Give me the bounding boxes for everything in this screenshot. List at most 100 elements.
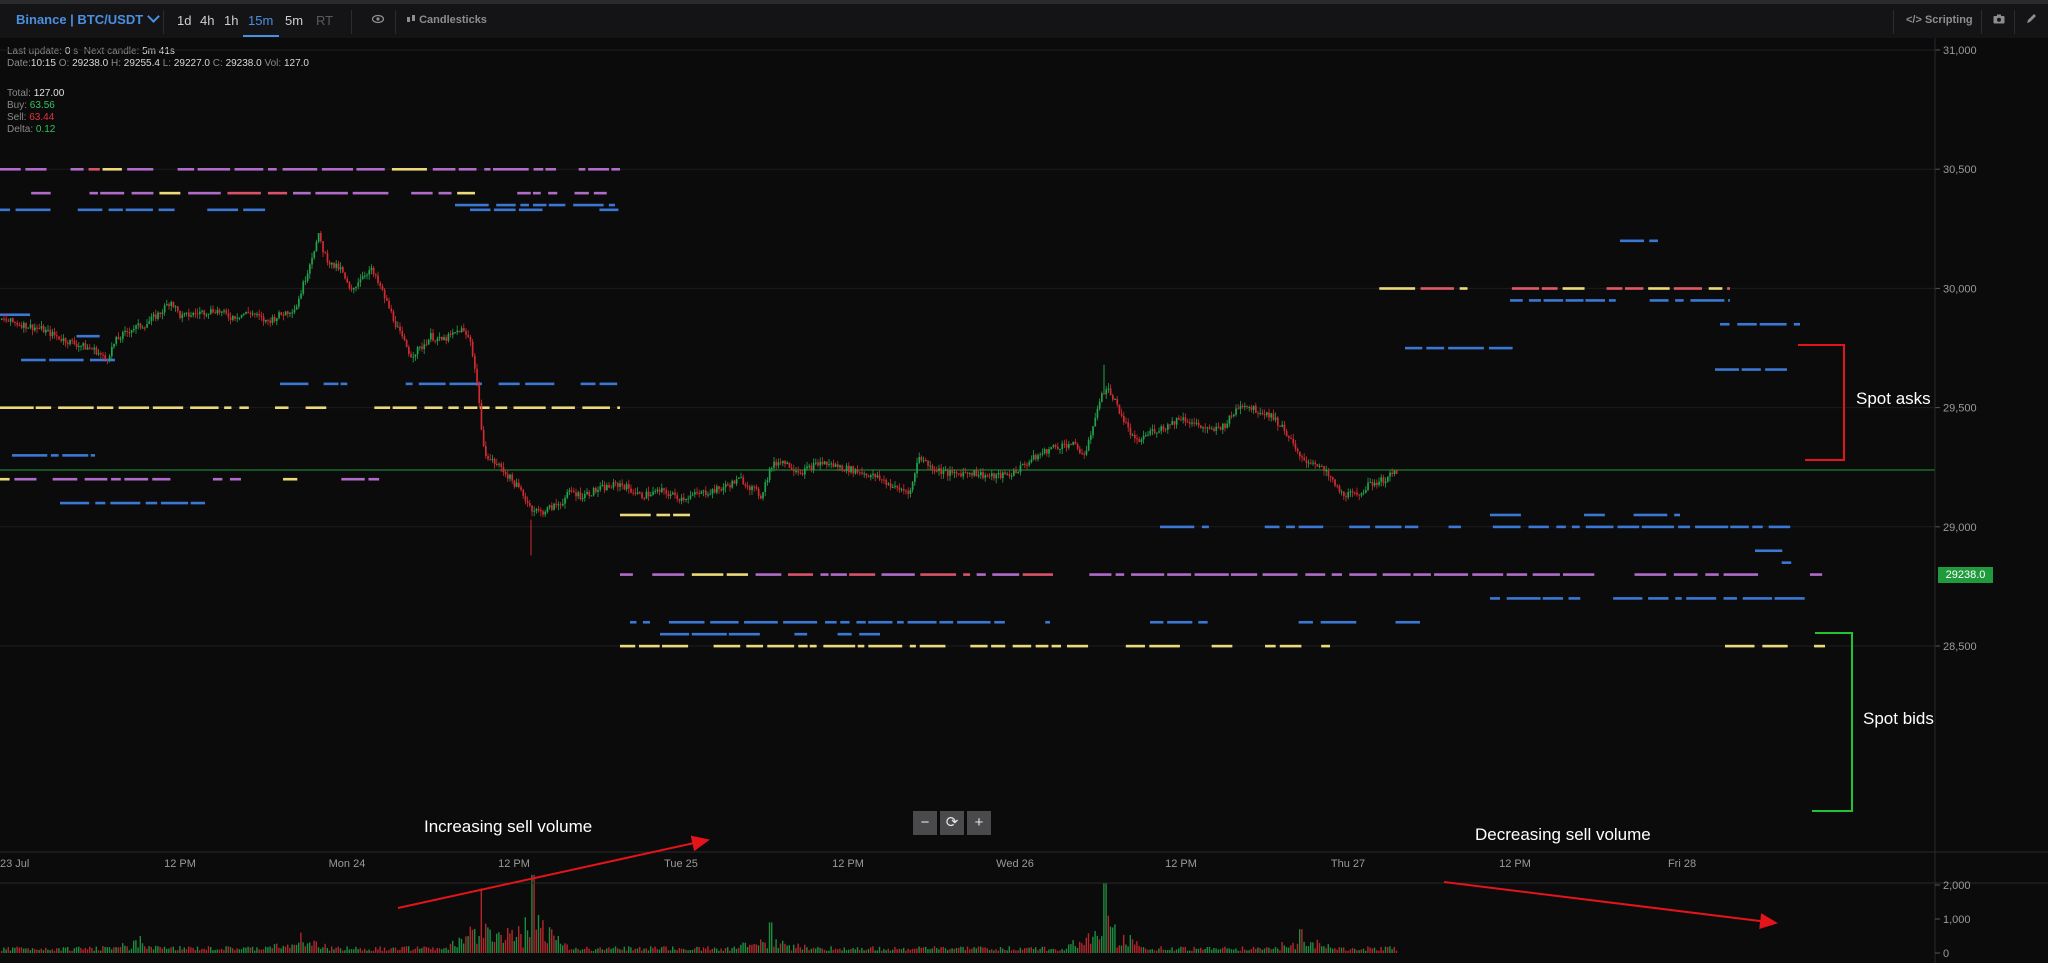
candle-body (1175, 417, 1178, 425)
candle-body (1371, 481, 1374, 486)
timeframe-4h[interactable]: 4h (200, 13, 214, 28)
volume-bar (927, 949, 929, 953)
volume-bar (223, 950, 225, 953)
volume-bar (775, 939, 777, 953)
candle-body (1171, 421, 1174, 425)
orderbook-level-dash (1448, 346, 1484, 350)
volume-bar (267, 947, 269, 953)
candle-body (148, 321, 151, 325)
candle-body (553, 503, 555, 510)
scripting-button[interactable]: </> Scripting (1906, 14, 1973, 26)
orderbook-level-dash (513, 406, 546, 409)
timeframe-15m[interactable]: 15m (248, 13, 273, 28)
orderbook-level-dash (455, 203, 489, 207)
candle-body (106, 359, 109, 361)
price-chart[interactable]: 31,00030,50030,00029,50029,00028,50023 J… (0, 38, 2048, 963)
volume-bar (733, 946, 735, 953)
candle-body (1299, 451, 1301, 457)
volume-bar (1294, 949, 1296, 953)
orderbook-level-dash (124, 477, 149, 481)
orderbook-level-dash (118, 406, 150, 409)
candle-body (859, 472, 861, 474)
volume-bar (621, 949, 623, 953)
volume-bar (722, 950, 724, 953)
candle-body (863, 473, 866, 475)
candle-body (555, 503, 558, 506)
candle-body (441, 336, 443, 341)
candle-body (865, 473, 868, 476)
volume-bar (1270, 949, 1272, 953)
volume-bar (1149, 949, 1151, 953)
volume-bar (1142, 947, 1145, 953)
timeframe-rt[interactable]: RT (316, 13, 333, 28)
volume-bar (80, 948, 82, 953)
candle-body (194, 312, 197, 314)
time-tick-label: Mon 24 (329, 858, 366, 870)
candle-body (1048, 449, 1050, 454)
volume-bar (1046, 950, 1048, 953)
candle-body (1032, 454, 1035, 460)
candle-body (1019, 465, 1022, 473)
zoom-out-button[interactable]: − (913, 811, 937, 835)
candle-body (641, 492, 643, 499)
volume-bar (1024, 948, 1026, 953)
candle-body (854, 469, 857, 474)
pencil-icon[interactable] (2026, 13, 2037, 27)
orderbook-level-dash (617, 406, 620, 409)
volume-bar (1369, 947, 1371, 953)
candle-body (918, 456, 921, 463)
volume-bar (757, 945, 760, 953)
market-selector[interactable]: Binance | BTC/USDT (16, 10, 161, 27)
orderbook-level-dash (160, 501, 189, 505)
volume-bar (595, 949, 597, 953)
zoom-in-button[interactable]: + (967, 811, 991, 835)
time-tick-label: 12 PM (832, 858, 864, 870)
candle-body (126, 330, 129, 333)
volume-bar (38, 950, 40, 953)
candle-body (86, 347, 89, 350)
candle-body (1120, 413, 1123, 416)
reset-zoom-button[interactable]: ⟳ (940, 811, 964, 835)
chart-grid (0, 49, 1935, 647)
orderbook-level-dash (1528, 299, 1541, 302)
volume-bar (949, 949, 951, 953)
orderbook-level-dash (267, 168, 277, 171)
volume-bar (623, 946, 625, 953)
timeframe-1d[interactable]: 1d (177, 13, 191, 28)
candle-body (817, 462, 819, 466)
volume-bar (863, 950, 865, 953)
candle-body (568, 490, 571, 492)
eye-icon[interactable] (371, 13, 385, 27)
volume-bar (1208, 946, 1211, 953)
volume-bar (1127, 946, 1129, 953)
volume-bar (188, 946, 190, 953)
candle-body (1384, 481, 1387, 484)
orderbook-level-dash (823, 644, 856, 648)
orderbook-level-dash (620, 573, 633, 576)
volume-bar (1263, 948, 1266, 953)
volume-bar (1160, 946, 1162, 953)
candle-body (595, 488, 597, 492)
candlesticks-button[interactable]: Candlesticks (406, 14, 487, 26)
candle-body (797, 471, 800, 473)
candle-body (1158, 431, 1160, 433)
candle-body (1134, 434, 1136, 439)
volume-bar (1248, 950, 1250, 953)
candle-body (1079, 448, 1081, 453)
volume-bar (392, 947, 394, 953)
candle-body (1365, 490, 1367, 493)
volume-bar (36, 949, 38, 953)
volume-bar (280, 948, 282, 953)
timeframe-1h[interactable]: 1h (224, 13, 238, 28)
camera-icon[interactable] (1993, 13, 2005, 27)
orderbook-level-dash (1115, 573, 1125, 576)
volume-bar (51, 949, 53, 953)
volume-bar (799, 947, 801, 953)
candle-body (452, 332, 454, 335)
volume-bar (810, 948, 812, 953)
candle-body (685, 498, 687, 501)
orderbook-level-dash (1617, 525, 1640, 529)
timeframe-5m[interactable]: 5m (285, 13, 303, 28)
candle-body (234, 316, 236, 319)
orderbook-level-dash (599, 382, 618, 386)
